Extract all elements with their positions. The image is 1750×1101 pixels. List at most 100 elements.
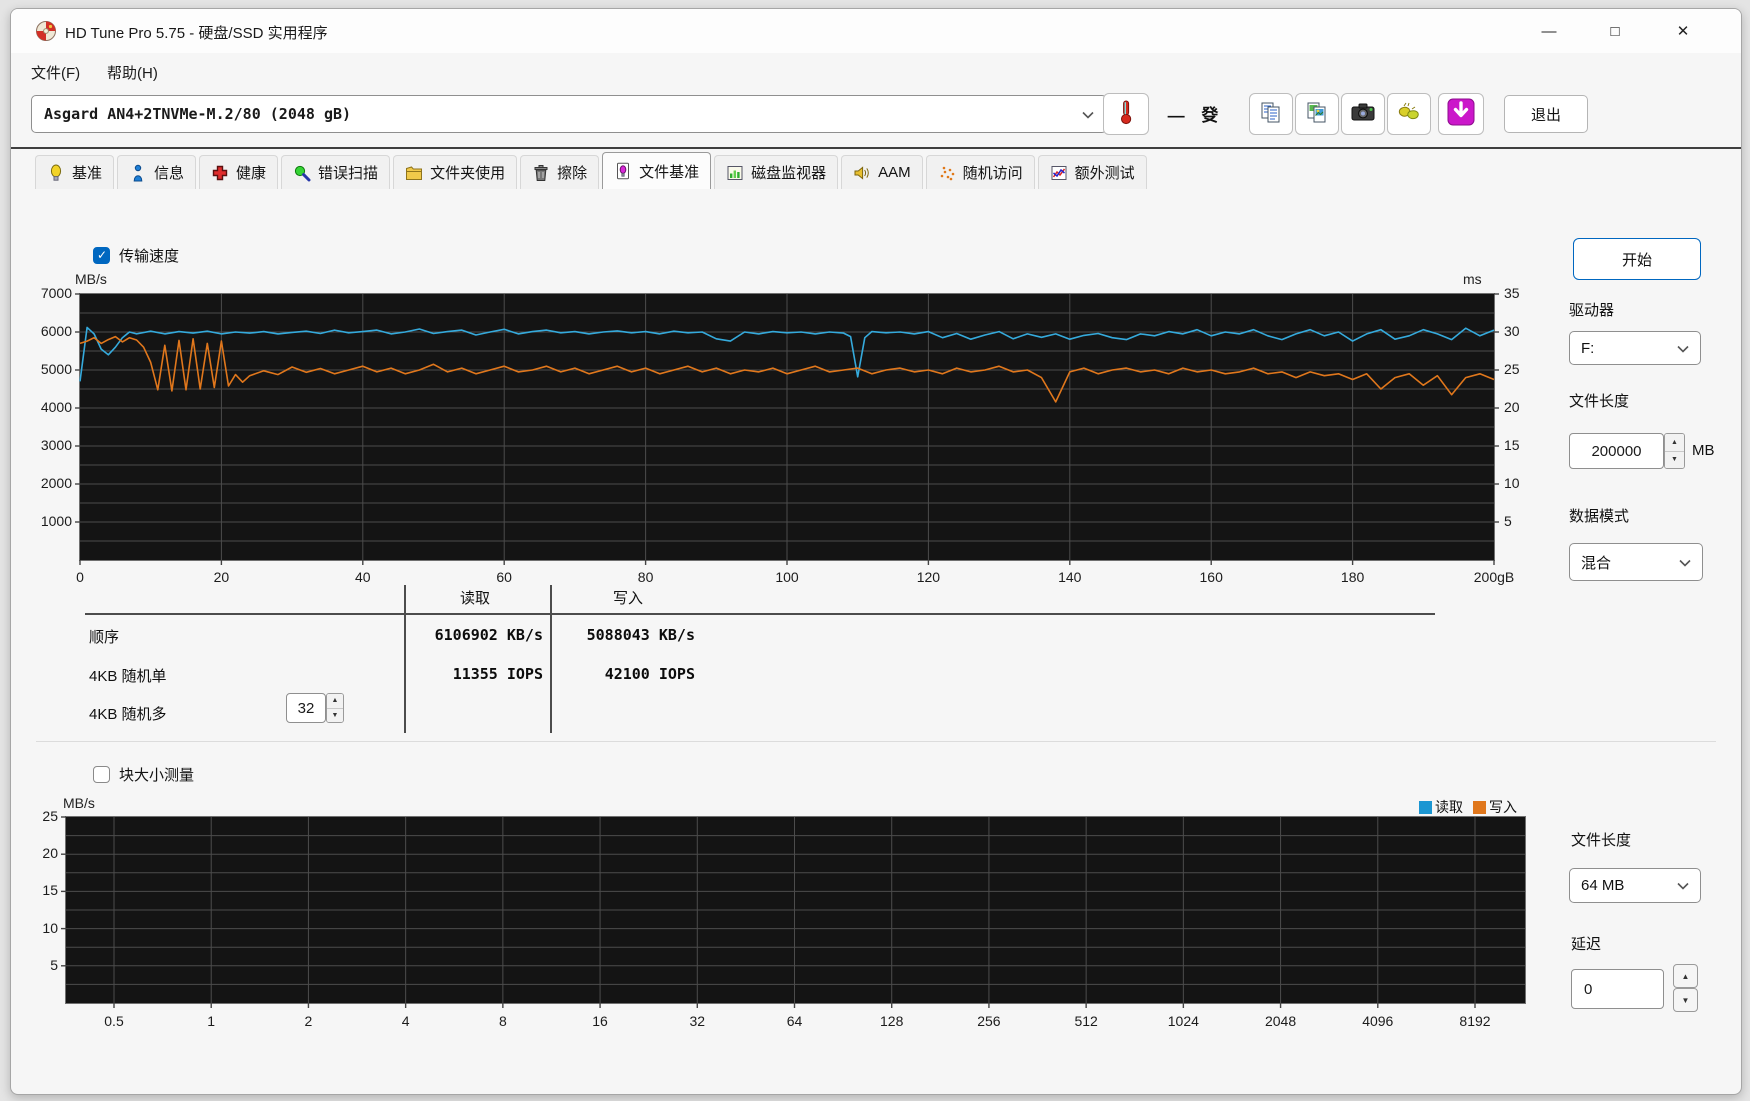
legend-read: 读取 <box>1419 797 1463 817</box>
x-tick-label: 160 <box>1199 569 1223 585</box>
read-color-swatch <box>1419 800 1432 814</box>
block-size-label: 块大小测量 <box>119 767 195 784</box>
drive-label: 驱动器 <box>1569 302 1615 319</box>
delay-down-button[interactable]: ▼ <box>1673 988 1698 1012</box>
drive-selector-value: Asgard AN4+2TNVMe-M.2/80 (2048 gB) <box>44 105 352 123</box>
maximize-button[interactable]: □ <box>1589 9 1641 53</box>
tab-aam[interactable]: AAM <box>841 155 923 189</box>
delay-input[interactable]: 0 <box>1571 969 1664 1009</box>
yellow-hands-icon <box>1396 100 1422 129</box>
aam-icon <box>853 164 871 182</box>
x-tick-label: 1 <box>207 1013 216 1029</box>
x-tick-label: 140 <box>1058 569 1082 585</box>
file-benchmark-icon <box>614 162 632 180</box>
x-tick-label: 128 <box>880 1013 904 1029</box>
exit-button[interactable]: 退出 <box>1504 95 1588 133</box>
tab-error-scan[interactable]: 错误扫描 <box>281 155 391 189</box>
y-tick-label: 7000 <box>40 285 72 301</box>
table-header-read: 读取 <box>459 590 490 607</box>
drive-dropdown-value: F: <box>1581 339 1595 357</box>
write-color-swatch <box>1473 800 1486 814</box>
tab-extra-tests[interactable]: 额外测试 <box>1037 155 1147 189</box>
chevron-down-icon <box>1677 877 1689 894</box>
delay-up-button[interactable]: ▲ <box>1673 964 1698 988</box>
chart1-y-axis-title: MB/s <box>75 271 107 287</box>
x-tick-label: 512 <box>1074 1013 1098 1029</box>
tab-strip: 基准 信息 健康 错误扫描 文件夹使用 擦除 文件基准 磁盘监视器 AAM 随机访问 额外测试 <box>35 152 1147 189</box>
tab-folder-usage[interactable]: 文件夹使用 <box>393 155 518 189</box>
drive-selector[interactable]: Asgard AN4+2TNVMe-M.2/80 (2048 gB) <box>31 95 1107 133</box>
chevron-down-icon <box>1679 554 1691 571</box>
file-length-input[interactable]: 200000 <box>1569 433 1664 469</box>
menu-help[interactable]: 帮助(H) <box>99 60 166 85</box>
tab-random-access[interactable]: 随机访问 <box>925 155 1035 189</box>
x-tick-label: 60 <box>496 569 512 585</box>
queue-depth-stepper[interactable]: ▲ ▼ <box>326 693 344 723</box>
start-button[interactable]: 开始 <box>1573 238 1701 280</box>
x-tick-label: 0.5 <box>104 1013 124 1029</box>
download-arrow-icon <box>1446 97 1476 132</box>
y-tick-label: 4000 <box>40 399 72 415</box>
tab-health[interactable]: 健康 <box>199 155 279 189</box>
copy-text-button[interactable] <box>1249 93 1293 135</box>
checkbox-unchecked-icon <box>93 766 110 783</box>
block-file-length-dropdown[interactable]: 64 MB <box>1569 868 1701 903</box>
y2-tick-label: 15 <box>1504 437 1520 453</box>
checkbox-checked-icon <box>93 247 110 264</box>
tab-file-benchmark[interactable]: 文件基准 <box>602 152 712 189</box>
block-file-length-label: 文件长度 <box>1571 832 1632 849</box>
section-divider <box>36 741 1716 742</box>
stepper-down-icon[interactable]: ▼ <box>327 708 343 722</box>
minimize-button[interactable]: — <box>1523 9 1575 53</box>
window-title: HD Tune Pro 5.75 - 硬盘/SSD 实用程序 <box>65 25 328 42</box>
save-results-button[interactable] <box>1438 93 1484 135</box>
copy-text-icon <box>1259 100 1283 129</box>
table-header-write: 写入 <box>612 590 643 607</box>
x-tick-label: 200gB <box>1473 569 1515 585</box>
screenshot-button[interactable] <box>1341 93 1385 135</box>
stepper-up-icon[interactable]: ▲ <box>327 694 343 709</box>
file-length-stepper[interactable]: ▲ ▼ <box>1664 433 1685 469</box>
block-size-checkbox[interactable]: 块大小测量 <box>93 764 194 785</box>
sequential-write-value: 5088043 KB/s <box>586 626 695 644</box>
drive-dropdown[interactable]: F: <box>1569 331 1701 365</box>
x-tick-label: 180 <box>1340 569 1365 585</box>
x-tick-label: 120 <box>916 569 941 585</box>
tab-benchmark[interactable]: 基准 <box>35 155 115 189</box>
row-label-sequential: 顺序 <box>89 629 120 646</box>
transfer-speed-label: 传输速度 <box>119 248 180 265</box>
y2-tick-label: 30 <box>1504 323 1520 339</box>
row-label-4kb-multi: 4KB 随机多 <box>89 706 167 723</box>
stepper-up-icon[interactable]: ▲ <box>1665 434 1684 452</box>
stepper-down-icon[interactable]: ▼ <box>1665 451 1684 468</box>
folder-usage-icon <box>405 164 423 182</box>
close-button[interactable]: ✕ <box>1657 9 1709 53</box>
camera-icon <box>1350 101 1376 128</box>
thermometer-icon <box>1115 99 1137 130</box>
data-mode-dropdown[interactable]: 混合 <box>1569 543 1703 581</box>
copy-image-icon <box>1305 100 1329 129</box>
block-file-length-value: 64 MB <box>1581 877 1625 894</box>
copy-image-button[interactable] <box>1295 93 1339 135</box>
y-tick-label: 25 <box>42 808 58 824</box>
x-tick-label: 2048 <box>1264 1013 1297 1029</box>
x-tick-label: 40 <box>355 569 371 585</box>
x-tick-label: 64 <box>786 1013 803 1029</box>
options-button[interactable] <box>1387 93 1431 135</box>
extra-tests-icon <box>1050 164 1068 182</box>
tab-erase[interactable]: 擦除 <box>520 155 600 189</box>
tab-info[interactable]: 信息 <box>117 155 197 189</box>
y2-tick-label: 35 <box>1504 285 1520 301</box>
y2-tick-label: 10 <box>1504 475 1520 491</box>
temperature-button[interactable] <box>1103 93 1149 135</box>
random-single-read-value: 11355 IOPS <box>452 665 543 683</box>
y-tick-label: 2000 <box>40 475 72 491</box>
tab-disk-monitor[interactable]: 磁盘监视器 <box>714 155 839 189</box>
queue-depth-input[interactable]: 32 <box>286 693 326 723</box>
erase-icon <box>532 164 550 182</box>
x-tick-label: 2 <box>304 1013 313 1029</box>
menu-file[interactable]: 文件(F) <box>23 60 88 85</box>
chart2-legend: 读取 写入 <box>1419 797 1517 817</box>
transfer-speed-checkbox[interactable]: 传输速度 <box>93 245 179 266</box>
block-size-chart: 25 20 15 10 5 0.5 1 2 4 8 16 32 64 128 256 512 1024 2048 4… <box>42 808 1526 1029</box>
